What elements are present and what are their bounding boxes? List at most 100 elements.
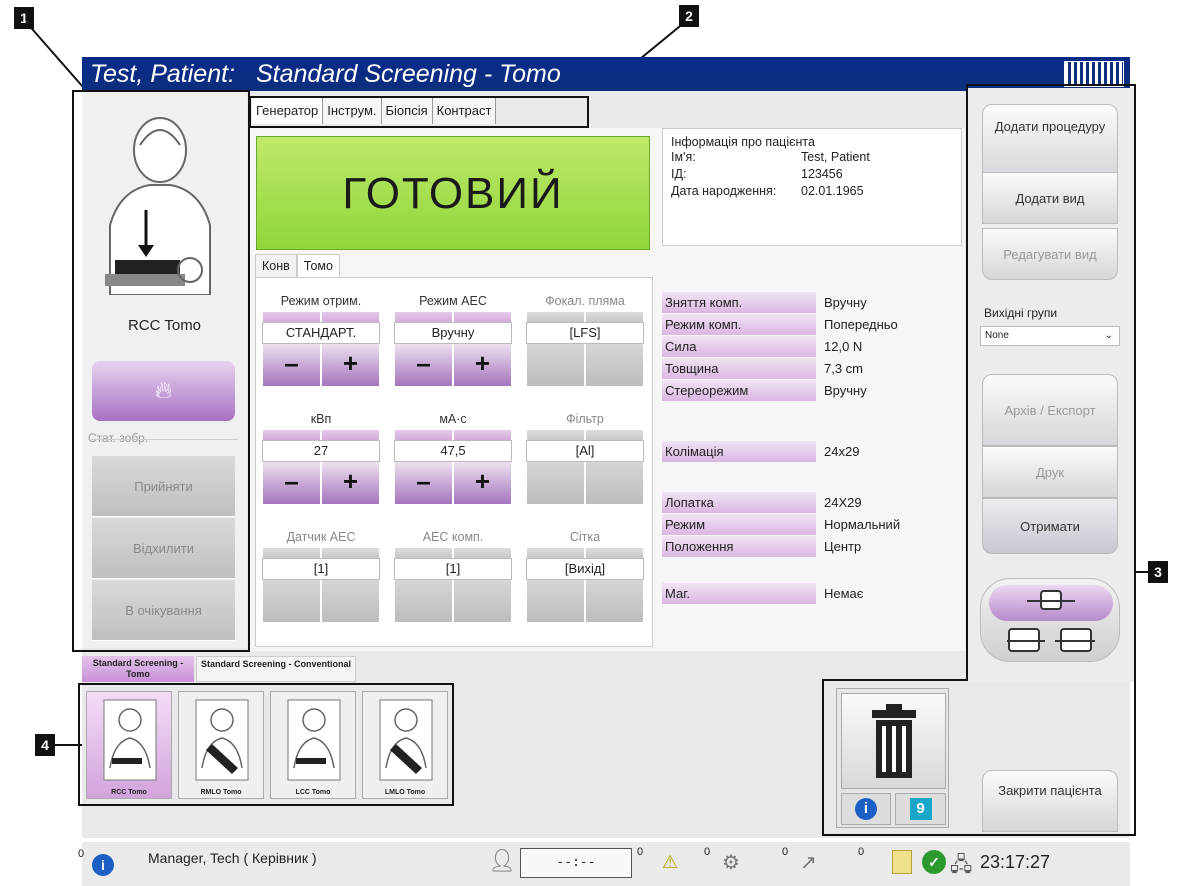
decrement-button[interactable]: – — [263, 344, 320, 386]
control-title: Режим AEC — [419, 294, 487, 308]
status-bar: 0 i Manager, Tech ( Керівник ) 👤︎ --:-- … — [78, 842, 1130, 886]
network-icon[interactable]: 🖧︎ — [950, 850, 972, 884]
control-title: Датчик AEC — [286, 530, 356, 544]
detector-icon[interactable]: ↗︎ — [800, 850, 817, 875]
control-value: СТАНДАРТ. — [262, 322, 380, 344]
control-title: Режим отрим. — [280, 294, 362, 308]
decrement-button — [527, 462, 584, 504]
parameter-name: Лопатка — [662, 492, 816, 513]
control-increment-bar — [262, 548, 380, 558]
plus-label: + — [342, 348, 359, 378]
decrement-button — [527, 580, 584, 622]
control-title: Фокал. пляма — [545, 294, 625, 308]
control-3: кВп 27 – + — [262, 412, 380, 504]
control-increment-bar — [526, 548, 644, 558]
increment-button[interactable]: + — [322, 344, 379, 386]
increment-button — [586, 344, 643, 386]
parameter-name: Стереорежим — [662, 380, 816, 401]
decrement-button[interactable]: – — [263, 462, 320, 504]
parameter-name: Режим — [662, 514, 816, 535]
control-value: [Вихід] — [526, 558, 644, 580]
dob-label: Дата народження: — [671, 184, 777, 198]
subtab-tomo[interactable]: Томо — [296, 254, 340, 278]
parameter-name: Маг. — [662, 583, 816, 604]
battery-icon[interactable]: ⚠︎ — [662, 852, 678, 873]
decrement-button[interactable]: – — [395, 462, 452, 504]
control-2: Фокал. пляма [LFS] — [526, 294, 644, 386]
control-increment-bar — [526, 430, 644, 440]
control-increment-bar[interactable] — [394, 312, 512, 322]
exposure-timer-display: --:-- — [556, 855, 596, 870]
parameter-name: Положення — [662, 536, 816, 557]
control-1: Режим AEC Вручну – + — [394, 294, 512, 386]
control-title: Фільтр — [566, 412, 604, 426]
control-8: Сітка [Вихід] — [526, 530, 644, 622]
control-increment-bar[interactable] — [262, 312, 380, 322]
patient-name-title: Test, Patient: — [90, 60, 235, 88]
check-icon[interactable]: ✓ — [922, 850, 946, 874]
control-0: Режим отрим. СТАНДАРТ. – + — [262, 294, 380, 386]
control-increment-bar[interactable] — [394, 430, 512, 440]
minus-label: – — [284, 348, 299, 378]
barcode-button[interactable]: 9 — [895, 793, 946, 825]
control-title: AEC комп. — [422, 530, 484, 544]
callout-1: 1 — [14, 7, 34, 29]
parameter-name: Колімація — [662, 441, 816, 462]
status-count-1: 0 — [637, 846, 644, 858]
increment-button[interactable]: + — [454, 344, 511, 386]
control-value: 47,5 — [394, 440, 512, 462]
callout-2: 2 — [679, 5, 699, 27]
control-value: [Al] — [526, 440, 644, 462]
barcode-icon: 9 — [909, 798, 932, 820]
decrement-button — [263, 580, 320, 622]
info-icon: i — [855, 798, 877, 820]
callout-3: 3 — [1148, 561, 1168, 583]
control-title: мА·с — [439, 412, 467, 426]
plus-label: + — [474, 348, 491, 378]
subtab-conventional[interactable]: Конв — [255, 254, 297, 278]
callout-4: 4 — [35, 734, 55, 756]
parameter-name: Сила — [662, 336, 816, 357]
control-value: [1] — [394, 558, 512, 580]
mode-subtabs: Конв Томо — [255, 254, 340, 278]
control-5: Фільтр [Al] — [526, 412, 644, 504]
exposure-timer: --:-- — [520, 848, 632, 878]
system-info-icon[interactable]: i — [92, 854, 114, 876]
parameter-name: Режим комп. — [662, 314, 816, 335]
control-value: [1] — [262, 558, 380, 580]
procedure-tab-conventional[interactable]: Standard Screening - Conventional — [196, 656, 356, 682]
increment-button[interactable]: + — [322, 462, 379, 504]
info-button[interactable]: i — [841, 793, 891, 825]
parameter-name: Зняття комп. — [662, 292, 816, 313]
increment-button — [454, 580, 511, 622]
notes-icon[interactable] — [892, 850, 912, 874]
patient-id-label: ІД: — [671, 167, 687, 181]
increment-button — [322, 580, 379, 622]
control-title: Сітка — [569, 530, 601, 544]
minus-label: – — [416, 466, 431, 496]
procedure-title: Standard Screening - Tomo — [255, 60, 561, 88]
callout-box-4 — [78, 683, 454, 806]
increment-button[interactable]: + — [454, 462, 511, 504]
current-user[interactable]: Manager, Tech ( Керівник ) — [148, 850, 317, 866]
user-status-icon[interactable]: 👤︎ — [488, 848, 516, 874]
increment-button — [586, 462, 643, 504]
control-value: 27 — [262, 440, 380, 462]
control-6: Датчик AEC [1] — [262, 530, 380, 622]
callout-box-2 — [249, 96, 589, 128]
increment-button — [586, 580, 643, 622]
output-queue-icon[interactable]: ⚙︎ — [722, 850, 740, 875]
procedure-tab-tomo[interactable]: Standard Screening - Tomo — [82, 656, 194, 682]
minus-label: – — [416, 348, 431, 378]
parameter-name: Товщина — [662, 358, 816, 379]
control-4: мА·с 47,5 – + — [394, 412, 512, 504]
decrement-button — [395, 580, 452, 622]
control-value: [LFS] — [526, 322, 644, 344]
delete-button[interactable] — [841, 693, 946, 789]
status-count-2: 0 — [704, 846, 711, 858]
decrement-button[interactable]: – — [395, 344, 452, 386]
plus-label: + — [474, 466, 491, 496]
control-increment-bar[interactable] — [262, 430, 380, 440]
callout-box-1 — [72, 90, 250, 652]
clock-time: 23:17:27 — [980, 852, 1051, 872]
